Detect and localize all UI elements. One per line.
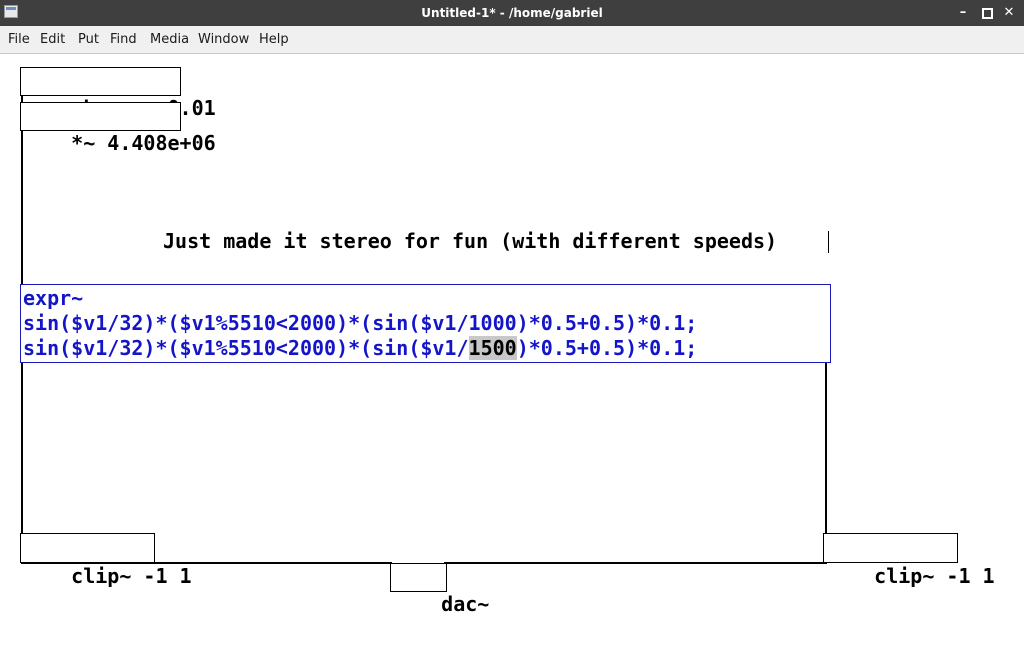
wire-expr-to-clip-right — [825, 363, 827, 534]
object-clip-left[interactable]: clip~ -1 1 — [20, 533, 192, 588]
wire-expr-to-clip-left — [21, 363, 23, 534]
title-bar: Untitled-1* - /home/gabriel – ✕ — [0, 0, 1024, 26]
object-multiply-label: *~ 4.408e+06 — [71, 131, 216, 155]
expr-line-3: sin($v1/32)*($v1%5510<2000)*(sin($v1/150… — [23, 336, 830, 361]
menu-help[interactable]: Help — [259, 26, 289, 53]
window-title: Untitled-1* - /home/gabriel — [421, 6, 603, 20]
object-expr-editing[interactable]: expr~ sin($v1/32)*($v1%5510<2000)*(sin($… — [20, 284, 831, 363]
patch-canvas[interactable]: phasor~ 0.01 *~ 4.408e+06 Just made it s… — [0, 55, 1024, 616]
expr-line-2: sin($v1/32)*($v1%5510<2000)*(sin($v1/100… — [23, 311, 698, 335]
expr-selected-text[interactable]: 1500 — [468, 336, 517, 360]
close-button[interactable]: ✕ — [1000, 4, 1018, 22]
minimize-icon: – — [959, 5, 967, 20]
menu-put[interactable]: Put — [78, 26, 99, 53]
expr-line-3-after: )*0.5+0.5)*0.1; — [516, 336, 698, 360]
menu-find[interactable]: Find — [110, 26, 137, 53]
object-phasor[interactable]: phasor~ 0.01 — [20, 67, 216, 120]
object-dac[interactable]: dac~ — [390, 563, 489, 616]
menu-media[interactable]: Media — [150, 26, 189, 53]
wire-clip-right-to-dac — [444, 562, 827, 564]
menu-bar: File Edit Put Find Media Window Help — [0, 26, 1024, 54]
maximize-button[interactable] — [978, 4, 996, 22]
menu-window[interactable]: Window — [198, 26, 249, 53]
maximize-icon — [981, 8, 993, 19]
close-icon: ✕ — [1003, 5, 1015, 20]
menu-file[interactable]: File — [8, 26, 30, 53]
text-cursor — [828, 231, 829, 253]
comment-text[interactable]: Just made it stereo for fun (with differ… — [163, 228, 777, 254]
object-multiply[interactable]: *~ 4.408e+06 — [20, 102, 216, 155]
menu-edit[interactable]: Edit — [40, 26, 65, 53]
expr-line-3-before: sin($v1/32)*($v1%5510<2000)*(sin($v1/ — [23, 336, 469, 360]
object-clip-left-label: clip~ -1 1 — [71, 564, 192, 588]
expr-line-1: expr~ — [23, 286, 84, 310]
object-clip-right[interactable]: clip~ -1 1 — [823, 533, 995, 588]
object-clip-right-label: clip~ -1 1 — [874, 564, 995, 588]
minimize-button[interactable]: – — [954, 4, 972, 22]
object-dac-label: dac~ — [441, 592, 490, 616]
